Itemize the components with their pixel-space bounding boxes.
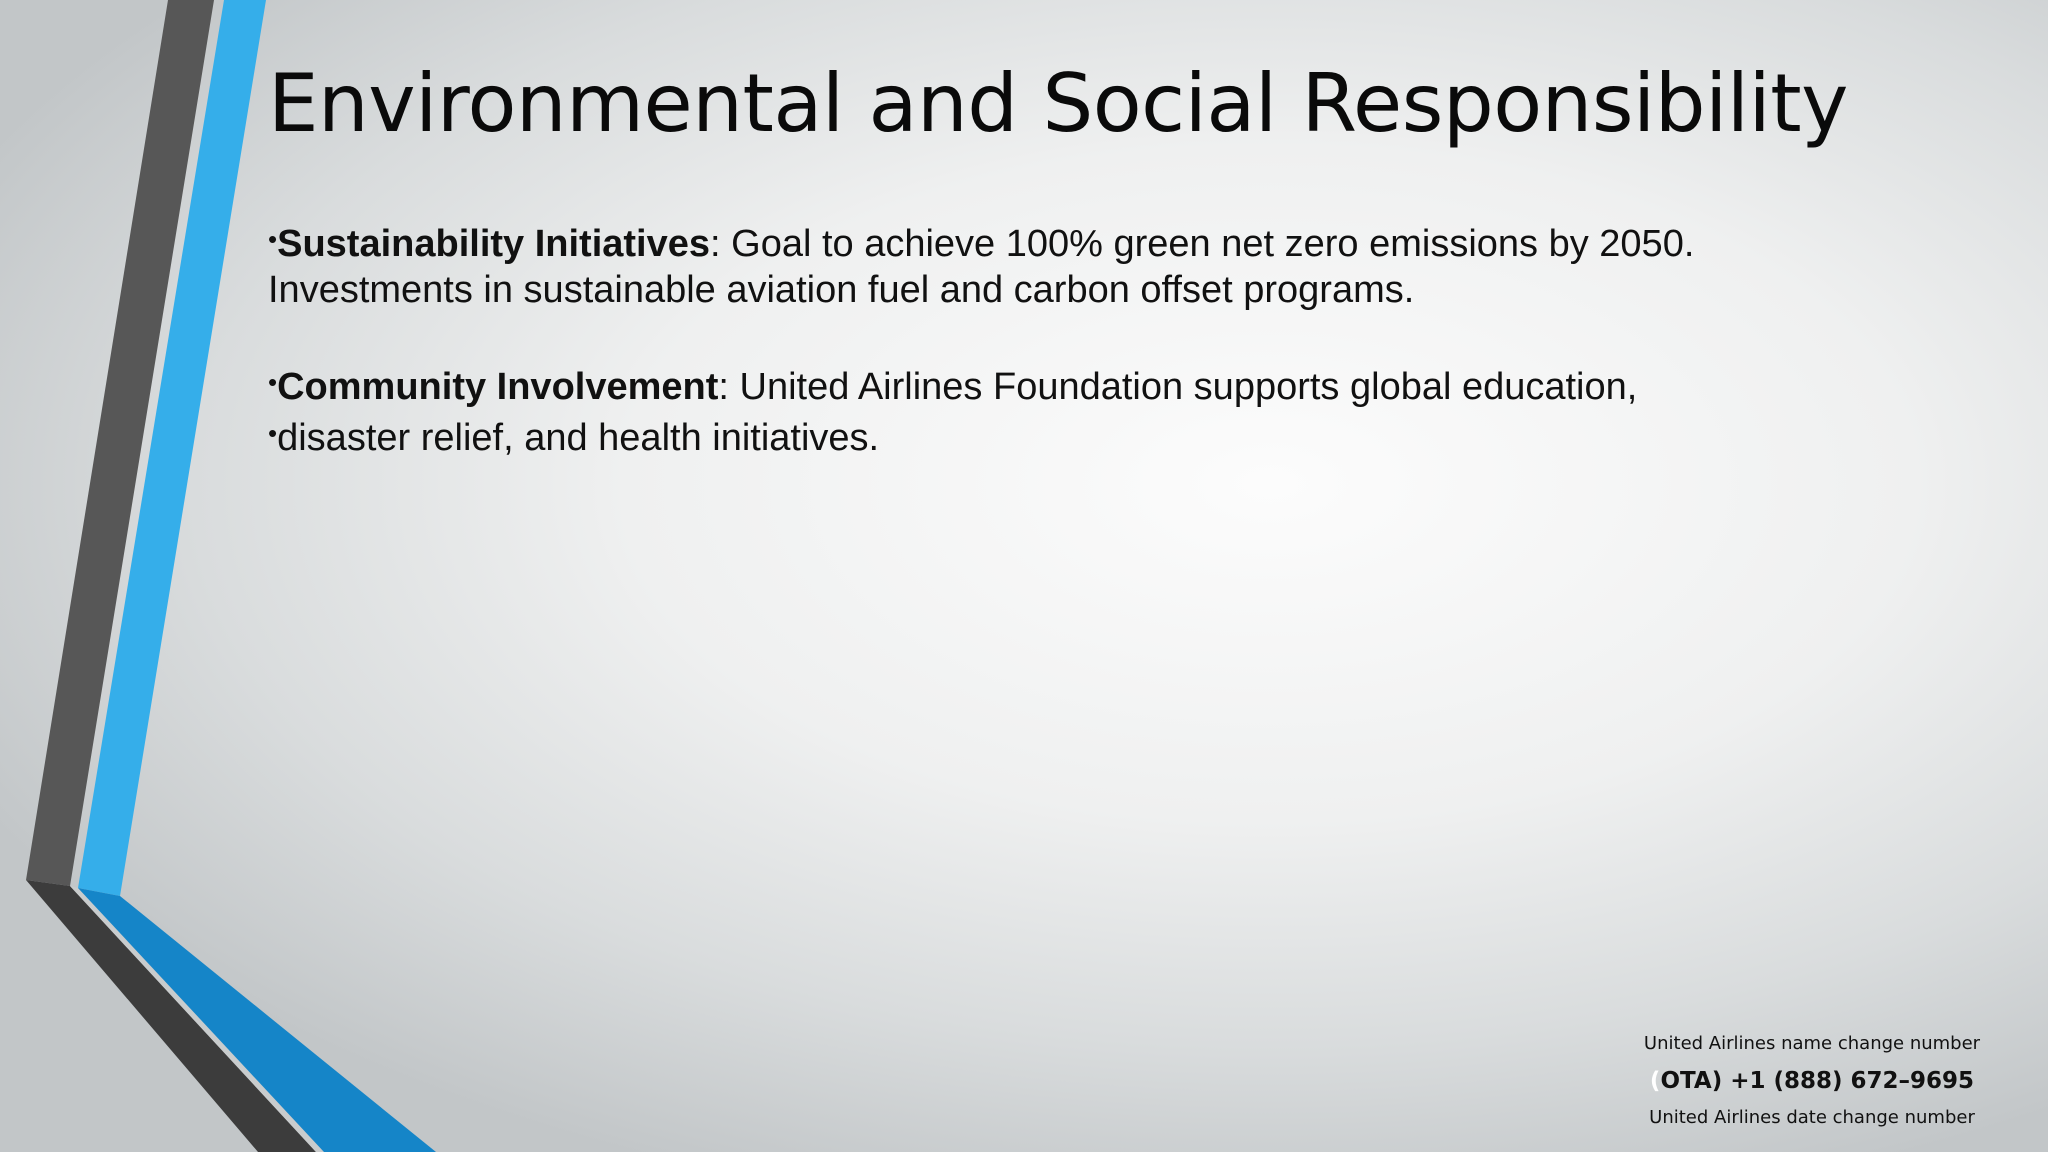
footer-phone-paren: ( bbox=[1649, 1068, 1661, 1094]
bullet-sustainability: •Sustainability Initiatives: Goal to ach… bbox=[268, 216, 1988, 267]
blue-stripe-upper bbox=[78, 0, 266, 896]
bullet-heading-sustainability: Sustainability Initiatives bbox=[277, 223, 711, 265]
bullet-disaster-relief: •disaster relief, and health initiatives… bbox=[268, 410, 1988, 461]
bullet-text-disaster-relief: disaster relief, and health initiatives. bbox=[277, 417, 880, 459]
bullet-marker: • bbox=[268, 224, 278, 254]
bullet-community: •Community Involvement: United Airlines … bbox=[268, 359, 1988, 410]
footer-date-change: United Airlines date change number bbox=[1649, 1107, 1975, 1128]
slide-title: Environmental and Social Responsibility bbox=[268, 57, 1848, 150]
slide-content: •Sustainability Initiatives: Goal to ach… bbox=[268, 216, 1988, 461]
bullet-text-sustainability: : Goal to achieve 100% green net zero em… bbox=[710, 223, 1695, 265]
gray-stripe-lower bbox=[26, 880, 316, 1152]
decorative-stripes bbox=[26, 0, 436, 1152]
footer-phone-number: OTA) +1 (888) 672–9695 bbox=[1660, 1068, 1975, 1094]
bullet-continuation-sustainability: Investments in sustainable aviation fuel… bbox=[268, 269, 1415, 311]
bullet-heading-community: Community Involvement bbox=[277, 366, 719, 408]
bullet-marker: • bbox=[268, 418, 278, 448]
blue-stripe-lower bbox=[78, 888, 436, 1152]
footer-phone: (OTA) +1 (888) 672–9695 bbox=[1592, 1066, 2032, 1096]
bullet-marker: • bbox=[268, 367, 278, 397]
light-separator bbox=[70, 886, 324, 1152]
footer-name-change: United Airlines name change number bbox=[1643, 1033, 1981, 1054]
gray-stripe-upper bbox=[26, 0, 214, 886]
bullet-text-community: : United Airlines Foundation supports gl… bbox=[718, 366, 1638, 408]
footer-contact: United Airlines name change number (OTA)… bbox=[1592, 1032, 2032, 1152]
